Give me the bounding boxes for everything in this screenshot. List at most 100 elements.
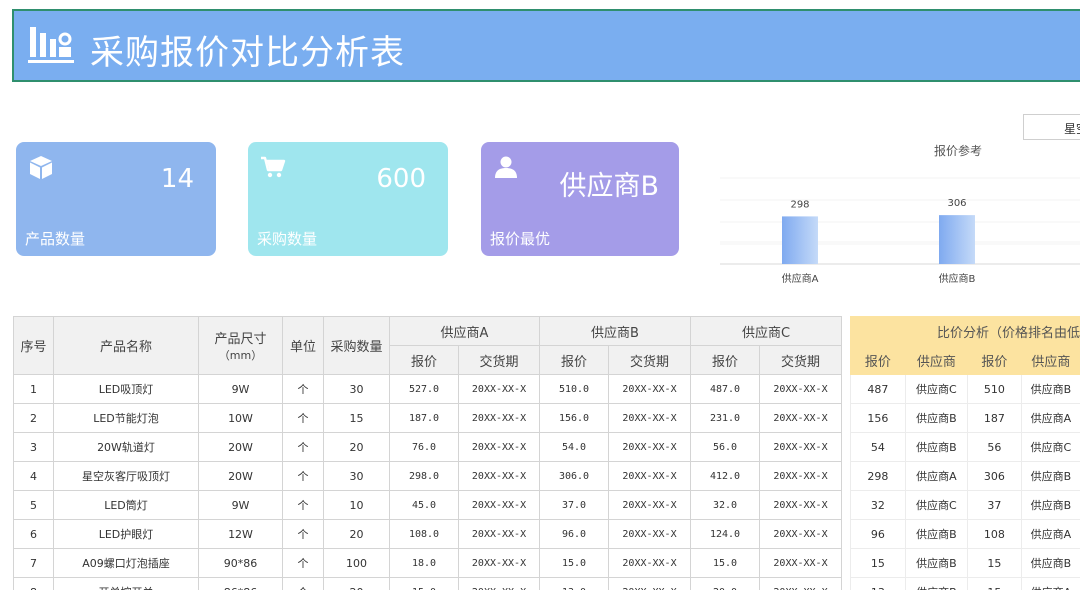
ranking-supplier-2[interactable]: 供应商B xyxy=(1020,374,1080,404)
ranking-supplier-1[interactable]: 供应商B xyxy=(904,432,968,462)
ranking-supplier-2[interactable]: 供应商C xyxy=(1020,432,1080,462)
cell-price-c[interactable]: 56.0 xyxy=(690,432,760,462)
cell-delivery-a[interactable]: 20XX-XX-X xyxy=(458,519,540,549)
ranking-price-1[interactable]: 96 xyxy=(850,519,906,549)
cell-seq[interactable]: 2 xyxy=(13,403,54,433)
cell-unit[interactable]: 个 xyxy=(282,577,324,590)
cell-seq[interactable]: 4 xyxy=(13,461,54,491)
cell-delivery-b[interactable]: 20XX-XX-X xyxy=(608,519,691,549)
cell-delivery-a[interactable]: 20XX-XX-X xyxy=(458,548,540,578)
cell-price-b[interactable]: 54.0 xyxy=(539,432,609,462)
cell-product-name[interactable]: LED护眼灯 xyxy=(53,519,199,549)
cell-delivery-a[interactable]: 20XX-XX-X xyxy=(458,374,540,404)
cell-price-b[interactable]: 306.0 xyxy=(539,461,609,491)
ranking-supplier-1[interactable]: 供应商B xyxy=(904,577,968,590)
ranking-price-2[interactable]: 187 xyxy=(966,403,1022,433)
product-select[interactable]: 星空灰客厅吸顶灯 xyxy=(1023,114,1080,140)
cell-qty[interactable]: 100 xyxy=(323,548,390,578)
cell-size[interactable]: 12W xyxy=(198,519,283,549)
ranking-price-2[interactable]: 56 xyxy=(966,432,1022,462)
cell-delivery-a[interactable]: 20XX-XX-X xyxy=(458,403,540,433)
cell-delivery-b[interactable]: 20XX-XX-X xyxy=(608,461,691,491)
cell-delivery-c[interactable]: 20XX-XX-X xyxy=(759,490,842,520)
cell-unit[interactable]: 个 xyxy=(282,432,324,462)
cell-delivery-b[interactable]: 20XX-XX-X xyxy=(608,577,691,590)
ranking-supplier-1[interactable]: 供应商A xyxy=(904,461,968,491)
cell-qty[interactable]: 20 xyxy=(323,519,390,549)
ranking-supplier-1[interactable]: 供应商B xyxy=(904,519,968,549)
cell-delivery-c[interactable]: 20XX-XX-X xyxy=(759,374,842,404)
cell-size[interactable]: 9W xyxy=(198,490,283,520)
ranking-price-1[interactable]: 156 xyxy=(850,403,906,433)
cell-product-name[interactable]: A09螺口灯泡插座 xyxy=(53,548,199,578)
cell-price-a[interactable]: 187.0 xyxy=(389,403,459,433)
ranking-price-1[interactable]: 15 xyxy=(850,548,906,578)
cell-delivery-c[interactable]: 20XX-XX-X xyxy=(759,403,842,433)
cell-unit[interactable]: 个 xyxy=(282,374,324,404)
ranking-price-2[interactable]: 15 xyxy=(966,577,1022,590)
cell-price-c[interactable]: 32.0 xyxy=(690,490,760,520)
cell-price-c[interactable]: 231.0 xyxy=(690,403,760,433)
cell-qty[interactable]: 10 xyxy=(323,490,390,520)
cell-unit[interactable]: 个 xyxy=(282,490,324,520)
cell-size[interactable]: 20W xyxy=(198,461,283,491)
cell-seq[interactable]: 7 xyxy=(13,548,54,578)
ranking-price-1[interactable]: 298 xyxy=(850,461,906,491)
cell-delivery-c[interactable]: 20XX-XX-X xyxy=(759,461,842,491)
cell-product-name[interactable]: 20W轨道灯 xyxy=(53,432,199,462)
cell-qty[interactable]: 30 xyxy=(323,461,390,491)
cell-price-c[interactable]: 487.0 xyxy=(690,374,760,404)
cell-price-a[interactable]: 18.0 xyxy=(389,548,459,578)
cell-qty[interactable]: 20 xyxy=(323,577,390,590)
ranking-supplier-2[interactable]: 供应商A xyxy=(1020,577,1080,590)
cell-product-name[interactable]: 开单控开关 xyxy=(53,577,199,590)
ranking-supplier-1[interactable]: 供应商B xyxy=(904,403,968,433)
ranking-supplier-1[interactable]: 供应商B xyxy=(904,548,968,578)
ranking-price-2[interactable]: 15 xyxy=(966,548,1022,578)
cell-price-b[interactable]: 510.0 xyxy=(539,374,609,404)
ranking-supplier-2[interactable]: 供应商B xyxy=(1020,548,1080,578)
cell-size[interactable]: 9W xyxy=(198,374,283,404)
ranking-supplier-1[interactable]: 供应商C xyxy=(904,490,968,520)
ranking-supplier-2[interactable]: 供应商A xyxy=(1020,519,1080,549)
cell-delivery-b[interactable]: 20XX-XX-X xyxy=(608,548,691,578)
cell-delivery-c[interactable]: 20XX-XX-X xyxy=(759,519,842,549)
cell-product-name[interactable]: 星空灰客厅吸顶灯 xyxy=(53,461,199,491)
cell-size[interactable]: 20W xyxy=(198,432,283,462)
ranking-supplier-2[interactable]: 供应商B xyxy=(1020,461,1080,491)
cell-delivery-b[interactable]: 20XX-XX-X xyxy=(608,490,691,520)
cell-delivery-a[interactable]: 20XX-XX-X xyxy=(458,577,540,590)
cell-product-name[interactable]: LED吸顶灯 xyxy=(53,374,199,404)
ranking-price-2[interactable]: 37 xyxy=(966,490,1022,520)
ranking-price-1[interactable]: 32 xyxy=(850,490,906,520)
cell-seq[interactable]: 5 xyxy=(13,490,54,520)
cell-price-b[interactable]: 37.0 xyxy=(539,490,609,520)
cell-delivery-c[interactable]: 20XX-XX-X xyxy=(759,548,842,578)
cell-delivery-c[interactable]: 20XX-XX-X xyxy=(759,432,842,462)
cell-product-name[interactable]: LED节能灯泡 xyxy=(53,403,199,433)
ranking-price-1[interactable]: 13 xyxy=(850,577,906,590)
cell-size[interactable]: 86*86 xyxy=(198,577,283,590)
cell-price-a[interactable]: 527.0 xyxy=(389,374,459,404)
cell-unit[interactable]: 个 xyxy=(282,519,324,549)
ranking-price-2[interactable]: 108 xyxy=(966,519,1022,549)
cell-price-a[interactable]: 15.0 xyxy=(389,577,459,590)
cell-price-c[interactable]: 412.0 xyxy=(690,461,760,491)
cell-qty[interactable]: 15 xyxy=(323,403,390,433)
cell-price-a[interactable]: 108.0 xyxy=(389,519,459,549)
cell-size[interactable]: 90*86 xyxy=(198,548,283,578)
cell-seq[interactable]: 8 xyxy=(13,577,54,590)
ranking-supplier-2[interactable]: 供应商B xyxy=(1020,490,1080,520)
ranking-supplier-2[interactable]: 供应商A xyxy=(1020,403,1080,433)
cell-delivery-c[interactable]: 20XX-XX-X xyxy=(759,577,842,590)
cell-seq[interactable]: 6 xyxy=(13,519,54,549)
ranking-supplier-1[interactable]: 供应商C xyxy=(904,374,968,404)
cell-qty[interactable]: 30 xyxy=(323,374,390,404)
cell-delivery-a[interactable]: 20XX-XX-X xyxy=(458,490,540,520)
cell-unit[interactable]: 个 xyxy=(282,403,324,433)
cell-seq[interactable]: 1 xyxy=(13,374,54,404)
cell-price-a[interactable]: 76.0 xyxy=(389,432,459,462)
cell-price-c[interactable]: 124.0 xyxy=(690,519,760,549)
cell-delivery-a[interactable]: 20XX-XX-X xyxy=(458,432,540,462)
cell-price-c[interactable]: 15.0 xyxy=(690,548,760,578)
